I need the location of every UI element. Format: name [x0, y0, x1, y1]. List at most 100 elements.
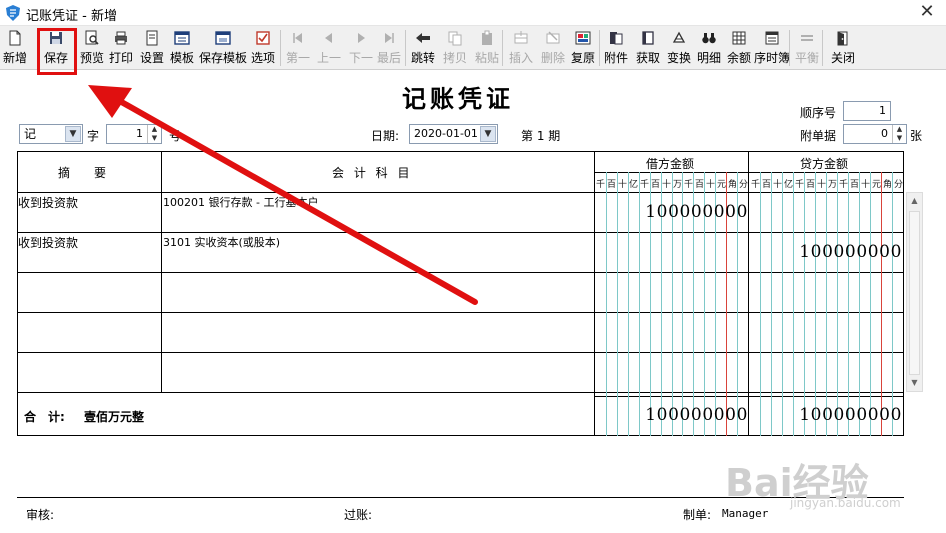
col-divider-summary — [161, 151, 162, 393]
amount-subheader-line — [594, 172, 904, 173]
options-button[interactable]: 选项 — [248, 26, 278, 70]
page-setup-icon — [146, 30, 158, 46]
journal-button[interactable]: 序时簿 — [753, 26, 791, 70]
new-button[interactable]: 新增 — [2, 26, 28, 70]
insert-button[interactable]: 插入 — [506, 26, 536, 70]
template-label: 模板 — [169, 51, 194, 65]
attachments-label: 附单据 — [800, 129, 837, 143]
balance-button[interactable]: 余额 — [724, 26, 754, 70]
digit-column-line — [782, 172, 783, 436]
save-template-button[interactable]: 保存模板 — [198, 26, 248, 70]
template-button[interactable]: 模板 — [167, 26, 197, 70]
digit-column-line — [628, 172, 629, 436]
date-label: 日期: — [371, 129, 400, 143]
scroll-down-icon[interactable]: ▼ — [907, 375, 922, 391]
binoculars-icon — [702, 33, 716, 44]
restore-button[interactable]: 复原 — [568, 26, 598, 70]
detail-button[interactable]: 明细 — [694, 26, 724, 70]
chevron-down-icon[interactable]: ▼ — [65, 126, 81, 142]
post-label: 过账: — [344, 508, 373, 522]
digit-unit-header: 百 — [651, 180, 661, 190]
jump-button[interactable]: 跳转 — [408, 26, 438, 70]
next-button[interactable]: 下一 — [346, 26, 376, 70]
digit-unit-header: 分 — [894, 180, 904, 190]
debit-amount-cell[interactable]: 100000000 — [645, 202, 748, 222]
fetch-button[interactable]: 获取 — [633, 26, 663, 70]
insert-row-icon — [514, 31, 528, 44]
journal-icon — [765, 31, 779, 45]
grid-scrollbar[interactable]: ▲ ▼ — [906, 192, 923, 392]
title-bar: 记账凭证 - 新增 ✕ — [0, 0, 946, 26]
digit-unit-header: 元 — [717, 180, 727, 190]
digit-unit-header: 百 — [850, 180, 860, 190]
summary-cell[interactable]: 收到投资款 — [18, 194, 78, 211]
copy-button[interactable]: 拷贝 — [440, 26, 470, 70]
digit-unit-header: 十 — [861, 180, 871, 190]
digit-unit-header: 角 — [883, 180, 893, 190]
settings-button[interactable]: 设置 — [137, 26, 167, 70]
last-button[interactable]: 最后 — [374, 26, 404, 70]
digit-column-line — [837, 172, 838, 436]
toolbar-separator — [502, 30, 503, 66]
account-cell[interactable]: 3101 实收资本(或股本) — [163, 234, 280, 250]
toolbar-separator — [789, 30, 790, 66]
spinner-icon[interactable]: ▲ ▼ — [147, 125, 161, 143]
digit-unit-header: 百 — [806, 180, 816, 190]
seq-input[interactable]: 1 — [843, 101, 891, 121]
last-icon — [385, 33, 394, 43]
digit-unit-header: 百 — [695, 180, 705, 190]
journal-label: 序时簿 — [753, 51, 790, 65]
digit-column-line — [793, 172, 794, 436]
toolbar-separator — [822, 30, 823, 66]
word-label: 字 — [87, 129, 100, 143]
balance-grid-icon — [732, 31, 746, 45]
close-button[interactable]: 关闭 — [827, 26, 859, 70]
digit-column-line — [826, 172, 827, 436]
first-button[interactable]: 第一 — [283, 26, 313, 70]
digit-unit-header: 十 — [618, 180, 628, 190]
digit-column-line — [848, 172, 849, 436]
digit-unit-header: 千 — [751, 180, 761, 190]
next-label: 下一 — [348, 51, 373, 65]
attachments-input[interactable]: 0 ▲ ▼ — [843, 124, 907, 144]
scroll-up-icon[interactable]: ▲ — [907, 193, 922, 209]
digit-unit-header: 十 — [773, 180, 783, 190]
delete-label: 删除 — [540, 51, 565, 65]
save-template-label: 保存模板 — [198, 51, 247, 65]
preview-button[interactable]: 预览 — [78, 26, 106, 70]
digit-unit-header: 千 — [795, 180, 805, 190]
spinner-icon[interactable]: ▲ ▼ — [892, 125, 906, 143]
save-template-icon — [215, 31, 231, 45]
credit-amount-cell[interactable]: 100000000 — [799, 242, 902, 262]
prev-icon — [325, 33, 332, 43]
last-label: 最后 — [376, 51, 401, 65]
col-header-summary: 摘 要 — [58, 166, 107, 180]
scroll-thumb[interactable] — [909, 211, 920, 375]
window-close-button[interactable]: ✕ — [916, 2, 938, 22]
print-button[interactable]: 打印 — [106, 26, 136, 70]
voucher-word-select[interactable]: 记 ▼ — [19, 124, 83, 144]
date-picker[interactable]: 2020-01-01 ▼ — [409, 124, 498, 144]
digit-unit-header: 十 — [706, 180, 716, 190]
options-label: 选项 — [250, 51, 275, 65]
settings-label: 设置 — [139, 51, 164, 65]
total-debit: 100000000 — [645, 405, 748, 425]
next-icon — [358, 33, 365, 43]
detail-label: 明细 — [696, 51, 721, 65]
account-cell[interactable]: 100201 银行存款 - 工行基本户 — [163, 194, 318, 210]
jump-label: 跳转 — [410, 51, 435, 65]
digit-unit-header: 亿 — [784, 180, 794, 190]
chevron-down-icon[interactable]: ▼ — [480, 126, 496, 142]
equalize-button[interactable]: 平衡 — [792, 26, 822, 70]
prev-button[interactable]: 上一 — [314, 26, 344, 70]
digit-unit-header: 千 — [839, 180, 849, 190]
attach-button[interactable]: 附件 — [601, 26, 631, 70]
number-label: 号 — [169, 129, 182, 143]
exchange-button[interactable]: 变换 — [664, 26, 694, 70]
balance-label: 余额 — [726, 51, 751, 65]
paste-button[interactable]: 粘贴 — [472, 26, 502, 70]
maker-value: Manager — [722, 507, 769, 520]
voucher-number-input[interactable]: 1 ▲ ▼ — [106, 124, 162, 144]
summary-cell[interactable]: 收到投资款 — [18, 234, 78, 251]
delete-button[interactable]: 删除 — [538, 26, 568, 70]
